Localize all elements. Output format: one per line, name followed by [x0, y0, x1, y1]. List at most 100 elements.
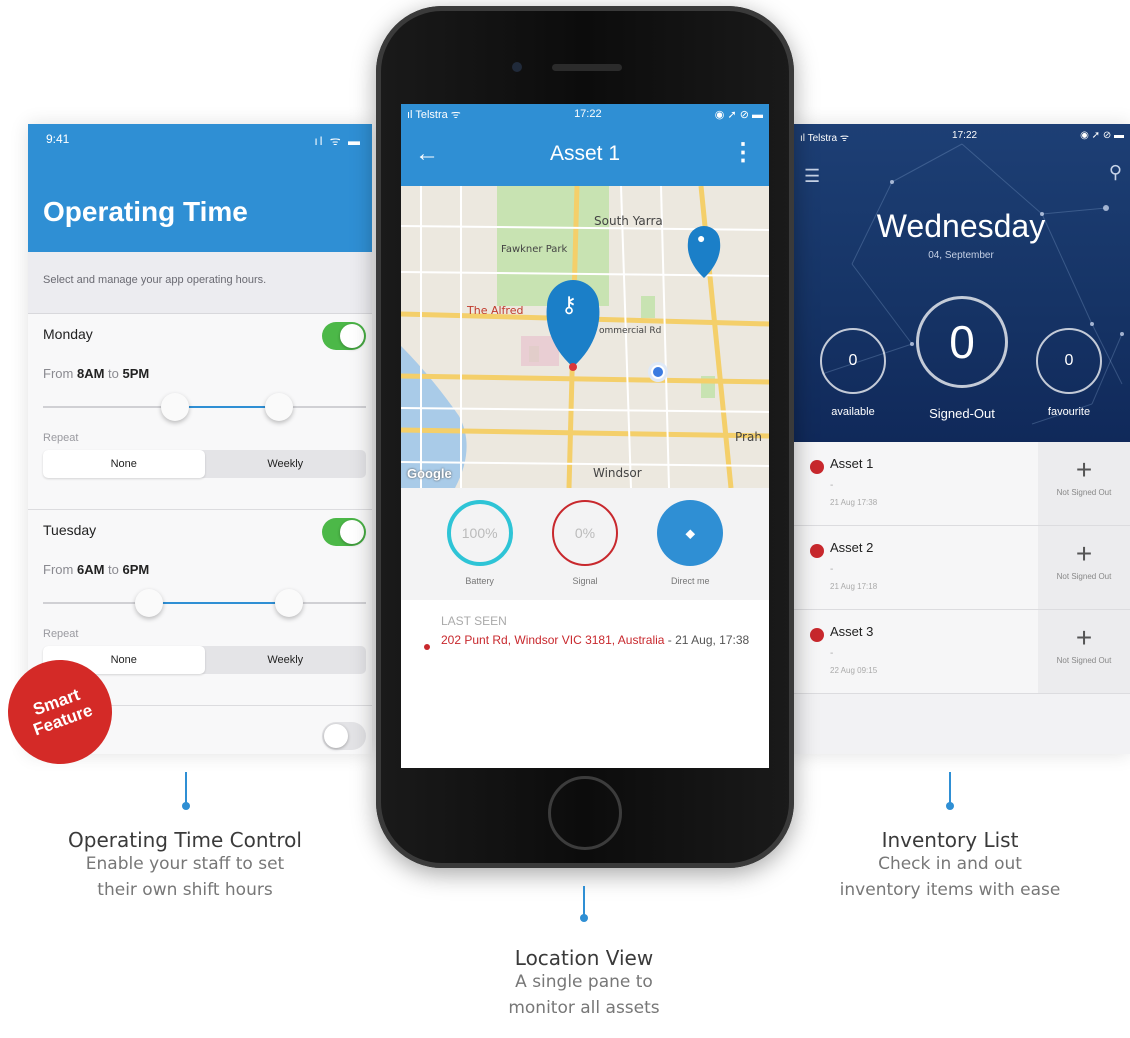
map-canvas: [401, 186, 769, 488]
sign-status: Not Signed Out: [1056, 656, 1112, 665]
start-knob[interactable]: [135, 589, 163, 617]
day-toggle[interactable]: [322, 322, 366, 350]
search-icon[interactable]: ⚲: [1109, 162, 1122, 183]
sign-status: Not Signed Out: [1056, 488, 1112, 497]
map-label-fawkner-park: Fawkner Park: [501, 244, 568, 255]
last-seen-time: - 21 Aug, 17:38: [664, 633, 750, 647]
weekday-title: Wednesday: [876, 208, 1046, 244]
last-seen-address[interactable]: 202 Punt Rd, Windsor VIC 3181, Australia: [441, 633, 664, 647]
caption-title: Inventory List: [881, 828, 1019, 852]
page-title: Operating Time: [43, 196, 248, 227]
available-counter[interactable]: 0: [820, 328, 886, 394]
google-logo: Google: [407, 466, 452, 481]
from-label: From: [43, 562, 74, 577]
operating-time-header: 9:41 ıl ᯤ ▬ Operating Time: [28, 124, 372, 252]
asset-name: Asset 1: [830, 456, 874, 471]
status-bar: 9:41 ıl ᯤ ▬: [46, 132, 362, 149]
caption-title: Location View: [514, 946, 654, 970]
connector-line: [946, 772, 954, 810]
sign-out-button[interactable]: + Not Signed Out: [1038, 610, 1130, 693]
end-knob[interactable]: [265, 393, 293, 421]
asset-row[interactable]: Asset 2 - 21 Aug 17:18 + Not Signed Out: [792, 526, 1130, 610]
day-toggle[interactable]: [322, 722, 366, 750]
start-knob[interactable]: [161, 393, 189, 421]
sign-out-button[interactable]: + Not Signed Out: [1038, 526, 1130, 609]
end-knob[interactable]: [275, 589, 303, 617]
direct-me-label: Direct me: [671, 576, 710, 586]
caption-line: inventory items with ease: [839, 879, 1061, 900]
sign-out-button[interactable]: + Not Signed Out: [1038, 442, 1130, 525]
plus-icon: +: [1075, 538, 1093, 569]
map-label-south-yarra: South Yarra: [594, 214, 663, 228]
slider-fill: [174, 406, 278, 408]
person-icon[interactable]: ●: [697, 230, 705, 246]
asset-time: 22 Aug 09:15: [830, 666, 878, 675]
key-icon[interactable]: ⚷: [561, 292, 577, 318]
battery-stat: 100% Battery: [441, 500, 519, 600]
to-label: to: [108, 562, 119, 577]
repeat-option-none[interactable]: None: [43, 450, 205, 478]
start-time: 8AM: [76, 366, 105, 381]
asset-name: Asset 2: [830, 540, 874, 555]
phone-frame: ıl Telstra ᯤ 17:22 ◉ ➚ ⊘ ▬ ← Asset 1 ⋮ ⚷…: [376, 6, 794, 868]
caption-inventory-list: Inventory List Check in and out inventor…: [790, 828, 1110, 903]
asset-time: 21 Aug 17:38: [830, 498, 878, 507]
repeat-label: Repeat: [43, 628, 79, 640]
available-label: available: [831, 406, 875, 418]
from-label: From: [43, 366, 74, 381]
asset-row[interactable]: Asset 3 - 22 Aug 09:15 + Not Signed Out: [792, 610, 1130, 694]
repeat-label: Repeat: [43, 432, 79, 444]
network-background: [821, 143, 1124, 425]
asset-row[interactable]: Asset 1 - 21 Aug 17:38 + Not Signed Out: [792, 442, 1130, 526]
map-label-windsor: Windsor: [593, 466, 642, 480]
signed-out-counter[interactable]: 0: [916, 296, 1008, 388]
map-label-commercial-rd: ommercial Rd: [599, 326, 662, 336]
repeat-selector[interactable]: None Weekly: [43, 450, 366, 478]
date-subtitle: 04, September: [928, 250, 994, 261]
directions-icon[interactable]: ⬥: [657, 500, 724, 566]
map-label-the-alfred: The Alfred: [467, 304, 524, 317]
caption-location-view: Location View A single pane to monitor a…: [434, 946, 734, 1021]
last-seen-title: LAST SEEN: [441, 614, 507, 628]
caption-operating-time: Operating Time Control Enable your staff…: [20, 828, 350, 903]
favourite-counter[interactable]: 0: [1036, 328, 1102, 394]
inventory-header: ıl Telstra ᯤ 17:22 ◉ ➚ ⊘ ▬ ☰ ⚲ Wednesday…: [792, 124, 1130, 442]
day-name: Tuesday: [43, 522, 97, 538]
page-title: Asset 1: [549, 142, 621, 165]
plus-icon: +: [1075, 454, 1093, 485]
more-options-icon[interactable]: ⋮: [731, 138, 755, 167]
caption-line: Check in and out: [878, 854, 1022, 874]
battery-label: Battery: [465, 576, 494, 586]
caption-line: their own shift hours: [97, 879, 273, 900]
plus-icon: +: [1075, 622, 1093, 653]
status-time: 17:22: [952, 130, 978, 141]
signal-value: 0%: [551, 500, 618, 566]
carrier: ıl Telstra ᯤ: [800, 133, 849, 144]
signal-label: Signal: [572, 576, 598, 586]
home-button[interactable]: [548, 776, 622, 850]
status-dot: [810, 544, 824, 558]
page-subtitle: Select and manage your app operating hou…: [28, 252, 372, 314]
caption-line: monitor all assets: [508, 997, 660, 1018]
time-range-slider[interactable]: [43, 393, 366, 421]
operating-time-screen: 9:41 ıl ᯤ ▬ Operating Time Select and ma…: [28, 124, 372, 754]
repeat-option-weekly[interactable]: Weekly: [205, 646, 367, 674]
direct-me-stat[interactable]: ⬥ Direct me: [651, 500, 729, 600]
last-seen-entry: 202 Punt Rd, Windsor VIC 3181, Australia…: [419, 632, 751, 650]
repeat-option-weekly[interactable]: Weekly: [205, 450, 367, 478]
signed-out-label: Signed-Out: [929, 406, 995, 421]
map-view[interactable]: ⚷ ● South Yarra Fawkner Park The Alfred …: [401, 186, 769, 488]
slider-fill: [149, 602, 289, 604]
menu-icon[interactable]: ☰: [804, 166, 820, 187]
last-seen-panel: LAST SEEN 202 Punt Rd, Windsor VIC 3181,…: [401, 600, 769, 663]
location-screen: ıl Telstra ᯤ 17:22 ◉ ➚ ⊘ ▬ ← Asset 1 ⋮ ⚷…: [401, 104, 769, 768]
app-bar: ← Asset 1 ⋮: [401, 124, 769, 186]
day-toggle[interactable]: [322, 518, 366, 546]
time-range-slider[interactable]: [43, 589, 366, 617]
day-name: Monday: [43, 326, 93, 342]
to-label: to: [108, 366, 119, 381]
camera-icon: [512, 62, 522, 72]
time-range: From 6AM to 6PM: [43, 562, 149, 577]
caption-title: Operating Time Control: [68, 828, 302, 852]
map-label-prahran: Prah: [735, 430, 762, 444]
